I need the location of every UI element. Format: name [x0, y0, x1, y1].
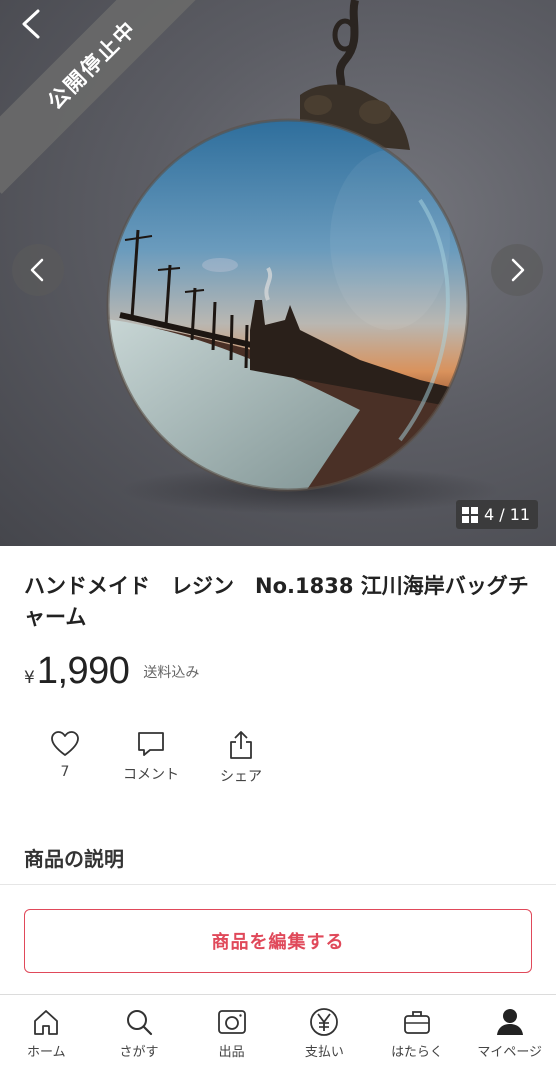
tab-sell[interactable]: 出品	[185, 995, 278, 1080]
price-row: ¥ 1,990 送料込み	[24, 650, 199, 693]
previous-image-button[interactable]	[12, 244, 64, 296]
share-label: シェア	[220, 769, 262, 785]
briefcase-icon	[404, 1011, 430, 1034]
comment-label: コメント	[123, 767, 179, 783]
like-button[interactable]: 7	[24, 730, 106, 786]
person-icon	[496, 1009, 523, 1035]
action-row: 7 コメント シェア	[24, 730, 286, 786]
description-heading: 商品の説明	[24, 847, 124, 871]
tab-payment[interactable]: 支払い	[278, 995, 371, 1080]
share-button[interactable]: シェア	[196, 730, 286, 786]
image-counter[interactable]: 4 / 11	[456, 500, 539, 529]
bottom-tab-bar: ホーム さがす 出品 支払い はたらく マイページ	[0, 994, 556, 1080]
tab-work[interactable]: はたらく	[371, 995, 464, 1080]
tab-mypage[interactable]: マイページ	[463, 995, 556, 1080]
tab-payment-label: 支払い	[304, 1045, 344, 1060]
like-count: 7	[60, 764, 70, 780]
tab-sell-label: 出品	[218, 1045, 245, 1060]
comment-icon	[138, 732, 164, 756]
search-icon	[127, 1010, 153, 1036]
heart-icon	[51, 731, 79, 756]
chevron-left-icon	[30, 258, 44, 282]
next-image-button[interactable]	[491, 244, 543, 296]
shipping-note: 送料込み	[143, 665, 200, 681]
divider	[0, 884, 556, 885]
home-icon	[34, 1010, 59, 1035]
chevron-right-icon	[511, 258, 525, 282]
currency-symbol: ¥	[24, 668, 35, 688]
tab-home-label: ホーム	[27, 1045, 66, 1060]
tab-mypage-label: マイページ	[477, 1045, 543, 1060]
chevron-left-icon	[22, 9, 40, 39]
price-amount: 1,990	[36, 650, 130, 692]
share-icon	[230, 731, 252, 759]
yen-icon	[310, 1008, 339, 1036]
tab-search-label: さがす	[119, 1045, 159, 1060]
product-image-carousel[interactable]: 公開停止中 4 / 11	[0, 0, 556, 546]
edit-item-button[interactable]: 商品を編集する	[24, 909, 532, 973]
product-title: ハンドメイド レジン No.1838 江川海岸バッグチャーム	[24, 574, 529, 629]
tab-search[interactable]: さがす	[93, 995, 186, 1080]
back-button[interactable]	[14, 6, 50, 42]
tab-work-label: はたらく	[391, 1045, 443, 1060]
tab-home[interactable]: ホーム	[0, 995, 93, 1080]
camera-icon	[217, 1010, 246, 1034]
edit-item-label: 商品を編集する	[211, 932, 345, 953]
grid-icon	[462, 506, 478, 523]
comment-button[interactable]: コメント	[106, 730, 196, 786]
image-counter-text: 4 / 11	[484, 505, 531, 524]
